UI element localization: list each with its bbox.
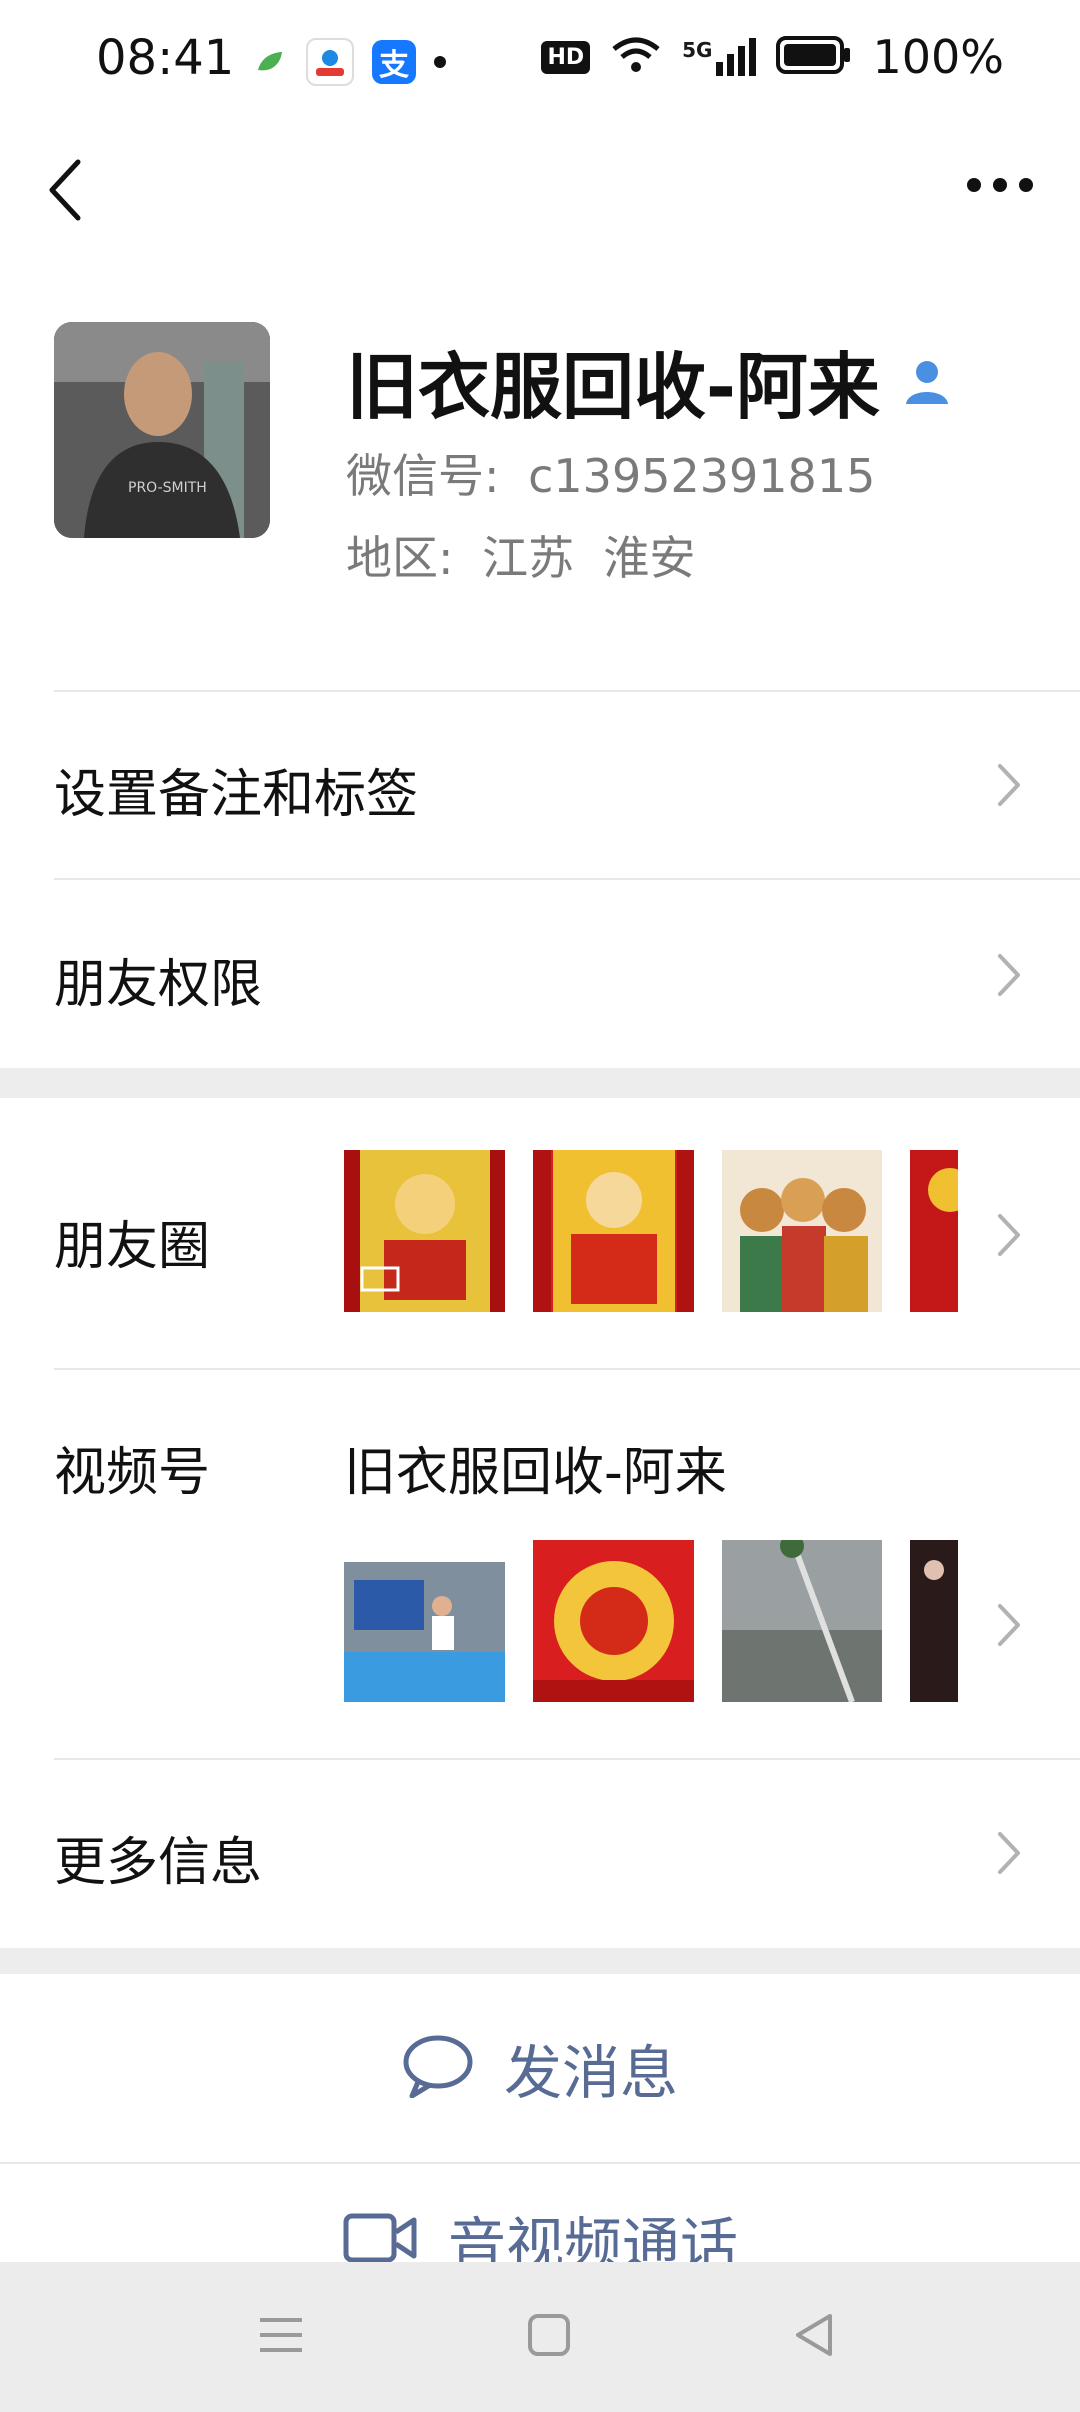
home-square-icon[interactable] (524, 2310, 574, 2364)
video-camera-icon (342, 2210, 418, 2262)
more-options-button[interactable] (960, 160, 1040, 210)
moments-thumbnail (532, 1150, 694, 1312)
cell-signal-icon: 5G (682, 38, 757, 76)
moments-row[interactable]: 朋友圈 (0, 1098, 1080, 1368)
friend-permissions-row[interactable]: 朋友权限 (0, 880, 1080, 1066)
channels-thumbnail (721, 1540, 883, 1702)
taobao-app-icon (306, 38, 354, 86)
section-gap (0, 1948, 1080, 1974)
signal-type-label: 5G (682, 38, 713, 62)
wechat-id-row: 微信号: c13952391815 (346, 440, 875, 506)
moments-thumbnail (721, 1150, 883, 1312)
moments-label: 朋友圈 (54, 1217, 211, 1277)
channels-row[interactable]: 视频号 旧衣服回收-阿来 (0, 1370, 1080, 1758)
svg-text:PRO-SMITH: PRO-SMITH (128, 480, 207, 496)
avatar[interactable]: PRO-SMITH (54, 322, 270, 538)
leaf-icon (252, 44, 288, 80)
recents-menu-icon[interactable] (256, 2310, 306, 2364)
alipay-app-icon: 支 (372, 40, 416, 84)
channels-thumbnails (344, 1540, 958, 1702)
av-call-label: 音视频通话 (447, 2211, 738, 2262)
status-right: HD 5G 100% (541, 30, 1004, 84)
channels-label: 视频号 (54, 1443, 211, 1503)
moments-thumbnail (910, 1150, 958, 1312)
send-message-label: 发消息 (503, 2039, 678, 2107)
status-app-icons: 支 (252, 38, 446, 86)
wifi-icon (610, 35, 662, 79)
status-time: 08:41 (96, 30, 235, 86)
av-call-button[interactable]: 音视频通话 (0, 2198, 1080, 2262)
verified-person-icon (902, 339, 952, 423)
contact-name-row: 旧衣服回收-阿来 (346, 328, 952, 433)
send-message-button[interactable]: 发消息 (0, 1974, 1080, 2162)
more-info-row[interactable]: 更多信息 (0, 1760, 1080, 1946)
channels-thumbnail (532, 1540, 694, 1702)
moments-thumbnails (344, 1150, 958, 1312)
more-dots-icon (967, 178, 1033, 192)
channels-thumbnail (910, 1540, 958, 1702)
chevron-left-icon (49, 159, 81, 221)
region-value: 江苏 淮安 (482, 531, 696, 585)
battery-icon (776, 36, 852, 78)
remark-tags-label: 设置备注和标签 (54, 765, 419, 825)
hd-icon: HD (541, 40, 591, 74)
chevron-right-icon (994, 760, 1024, 810)
chat-bubble-icon (402, 2034, 474, 2102)
chevron-right-icon (994, 950, 1024, 1000)
moments-thumbnail (344, 1150, 505, 1312)
contact-name: 旧衣服回收-阿来 (346, 345, 880, 429)
more-info-label: 更多信息 (54, 1833, 263, 1893)
chevron-right-icon (994, 1600, 1024, 1650)
chevron-right-icon (994, 1828, 1024, 1878)
system-nav-bar (0, 2262, 1080, 2412)
battery-percent: 100% (872, 30, 1004, 84)
friend-permissions-label: 朋友权限 (54, 955, 263, 1015)
channels-thumbnail (344, 1540, 505, 1702)
chevron-right-icon (994, 1210, 1024, 1260)
wechat-id-label: 微信号: (346, 449, 500, 503)
region-row: 地区: 江苏 淮安 (346, 522, 695, 588)
back-triangle-icon[interactable] (790, 2310, 840, 2364)
back-button[interactable] (38, 150, 98, 230)
remark-tags-row[interactable]: 设置备注和标签 (0, 692, 1080, 878)
av-call-clip: 音视频通话 (0, 2164, 1080, 2262)
channels-name: 旧衣服回收-阿来 (344, 1443, 727, 1503)
section-gap (0, 1068, 1080, 1098)
region-label: 地区: (346, 531, 454, 585)
notification-dot-icon (434, 56, 446, 68)
wechat-id-value[interactable]: c13952391815 (528, 449, 875, 503)
